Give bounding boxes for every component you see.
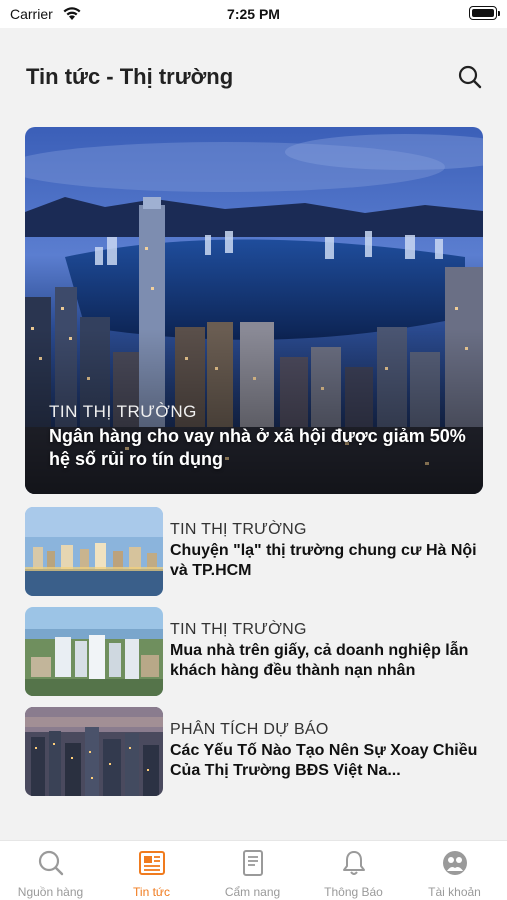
battery-icon [469, 6, 500, 20]
news-item[interactable]: TIN THỊ TRƯỜNG Chuyện "lạ" thị trường ch… [25, 507, 485, 597]
news-thumbnail [25, 607, 163, 696]
bell-icon [343, 851, 365, 875]
news-item[interactable]: TIN THỊ TRƯỜNG Mua nhà trên giấy, cả doa… [25, 607, 485, 697]
header: Tin tức - Thị trường [0, 28, 507, 124]
tab-label: Thông Báo [324, 885, 383, 899]
tab-label: Tài khoản [428, 885, 481, 899]
news-title: Các Yếu Tố Nào Tạo Nên Sự Xoay Chiều Của… [170, 742, 478, 779]
news-title: Chuyện "lạ" thị trường chung cư Hà Nội v… [170, 542, 477, 579]
tab-label: Cẩm nang [224, 885, 281, 899]
account-icon [443, 851, 467, 875]
newspaper-icon [139, 851, 165, 875]
search-icon[interactable] [457, 64, 483, 90]
featured-category: TIN THỊ TRƯỜNG [49, 402, 197, 421]
status-bar: Carrier 7:25 PM [0, 0, 507, 28]
status-time: 7:25 PM [227, 6, 280, 22]
news-title: Mua nhà trên giấy, cả doanh nghiệp lẫn k… [170, 642, 469, 679]
news-item[interactable]: PHÂN TÍCH DỰ BÁO Các Yếu Tố Nào Tạo Nên … [25, 707, 485, 797]
tab-cam-nang[interactable]: Cẩm nang [202, 841, 303, 900]
tab-label: Nguồn hàng [17, 885, 84, 899]
document-icon [243, 850, 263, 876]
news-category: PHÂN TÍCH DỰ BÁO [170, 721, 329, 738]
tab-bar: Nguồn hàng Tin tức Cẩm nang Thông Báo Tà… [0, 840, 507, 900]
page-title: Tin tức - Thị trường [26, 64, 234, 89]
news-thumbnail [25, 507, 163, 596]
featured-article[interactable]: TIN THỊ TRƯỜNG Ngân hàng cho vay nhà ở x… [25, 127, 483, 494]
tab-nguon-hang[interactable]: Nguồn hàng [0, 841, 101, 900]
tab-tai-khoan[interactable]: Tài khoản [404, 841, 505, 900]
news-thumbnail [25, 707, 163, 796]
search-icon [38, 850, 64, 876]
news-category: TIN THỊ TRƯỜNG [170, 521, 307, 538]
tab-label: Tin tức [133, 885, 170, 899]
tab-thong-bao[interactable]: Thông Báo [303, 841, 404, 900]
featured-title: Ngân hàng cho vay nhà ở xã hội được giảm… [49, 426, 466, 469]
tab-tin-tuc[interactable]: Tin tức [101, 841, 202, 900]
news-category: TIN THỊ TRƯỜNG [170, 621, 307, 638]
